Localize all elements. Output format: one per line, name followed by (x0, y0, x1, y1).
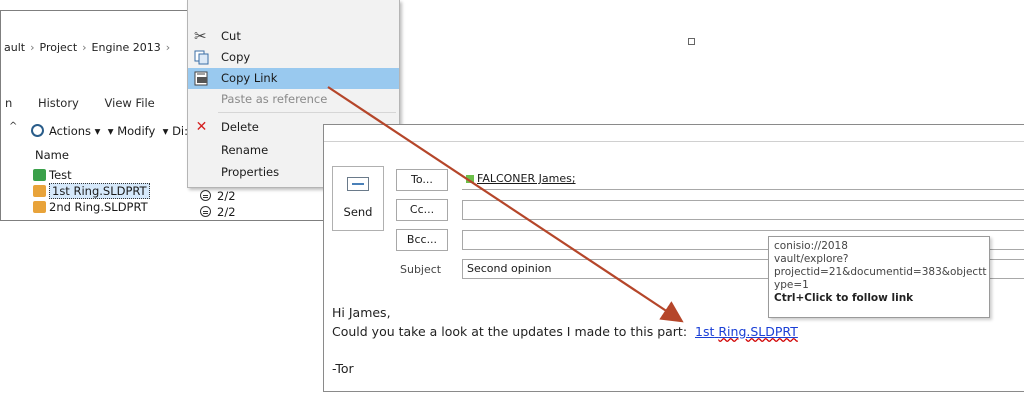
arrow-line (327, 86, 684, 323)
annotation-arrow (327, 86, 684, 323)
